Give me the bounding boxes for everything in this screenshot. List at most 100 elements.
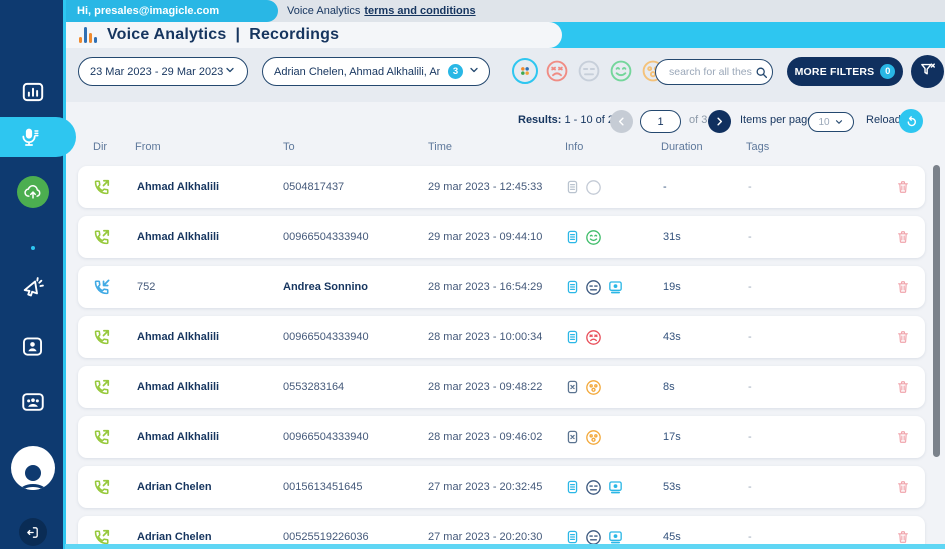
logout-icon [19,518,47,546]
circle-empty-icon[interactable] [585,179,602,196]
doc-cyan-icon[interactable] [565,229,580,245]
outgoing-call-icon [92,466,111,508]
duration-cell: - [663,166,667,208]
sidebar-item-user-groups[interactable] [0,382,65,422]
tags-cell: - [748,416,752,458]
table-row[interactable]: Adrian Chelen001561345164527 mar 2023 - … [78,466,925,508]
more-filters-button[interactable]: MORE FILTERS 0 [787,57,903,86]
user-greeting-pill[interactable]: Hi, presales@imagicle.com [65,0,278,22]
table-row[interactable]: Ahmad Alkhalili050481743729 mar 2023 - 1… [78,166,925,208]
trash-icon [896,229,910,245]
duration-cell: 43s [663,316,681,358]
users-filter-dropdown[interactable]: Adrian Chelen, Ahmad Alkhalili, Andr... … [262,57,490,86]
incoming-call-icon [92,266,111,308]
next-page-button[interactable] [708,110,731,133]
smile-icon[interactable] [585,229,602,246]
table-row[interactable]: Ahmad Alkhalili0096650433394029 mar 2023… [78,216,925,258]
sidebar-item-profile[interactable] [0,448,65,488]
delete-recording-button[interactable] [896,216,910,258]
neutral-icon[interactable] [585,529,602,546]
from-cell: Ahmad Alkhalili [137,416,219,458]
table-row[interactable]: Ahmad Alkhalili0096650433394028 mar 2023… [78,416,925,458]
column-header-time: Time [428,141,452,153]
sidebar-item-announcements[interactable] [0,268,65,308]
doc-cyan-icon[interactable] [565,329,580,345]
tags-cell: - [748,316,752,358]
video-icon[interactable] [607,529,624,545]
neutral-filter-icon[interactable] [576,58,602,84]
time-cell: 29 mar 2023 - 09:44:10 [428,216,542,258]
from-cell: Adrian Chelen [137,466,212,508]
to-cell: Andrea Sonnino [283,266,368,308]
from-cell: Ahmad Alkhalili [137,166,219,208]
items-per-page-dropdown[interactable]: 10 [808,112,854,132]
search-icon[interactable] [755,66,768,79]
doc-x-icon[interactable] [565,429,580,445]
doc-cyan-icon[interactable] [565,479,580,495]
neutral-icon[interactable] [585,279,602,296]
to-cell: 0015613451645 [283,466,363,508]
sidebar-item-dashboard[interactable] [0,72,65,112]
trash-icon [896,429,910,445]
sad-filter-icon[interactable] [544,58,570,84]
delete-recording-button[interactable] [896,166,910,208]
doc-cyan-icon[interactable] [565,529,580,545]
surprised-icon[interactable] [585,379,602,396]
items-per-page-value: 10 [818,117,829,128]
sidebar-item-recordings[interactable] [0,117,76,157]
delete-recording-button[interactable] [896,366,910,408]
top-utility-bar: Hi, presales@imagicle.com Voice Analytic… [65,0,945,22]
doc-cyan-icon[interactable] [565,279,580,295]
users-filter-value: Adrian Chelen, Ahmad Alkhalili, Andr... [274,66,440,78]
outgoing-call-icon [92,216,111,258]
date-range-value: 23 Mar 2023 - 29 Mar 2023 [90,66,223,78]
column-header-info: Info [565,141,583,153]
doc-x-icon[interactable] [565,379,580,395]
page-number-input[interactable] [640,110,681,133]
video-icon[interactable] [607,479,624,495]
users-count-badge: 3 [448,64,463,79]
search-input[interactable] [667,65,755,79]
tags-cell: - [748,366,752,408]
delete-recording-button[interactable] [896,466,910,508]
table-row[interactable]: Ahmad Alkhalili0096650433394028 mar 2023… [78,316,925,358]
trash-icon [896,479,910,495]
sentiment-filter-group [512,58,666,84]
tags-cell: - [748,466,752,508]
happy-filter-icon[interactable] [608,58,634,84]
terms-prefix: Voice Analytics [287,5,360,17]
trash-icon [896,279,910,295]
video-icon[interactable] [607,279,624,295]
outgoing-call-icon [92,166,111,208]
vertical-scrollbar[interactable] [933,165,940,457]
delete-recording-button[interactable] [896,266,910,308]
sidebar-item-logout[interactable] [0,512,65,549]
sidebar-item-upload[interactable] [0,172,65,212]
clear-filters-button[interactable] [911,55,944,88]
to-cell: 00966504333940 [283,416,369,458]
info-icons [565,266,624,308]
time-cell: 28 mar 2023 - 10:00:34 [428,316,542,358]
info-icons [565,466,624,508]
table-row[interactable]: Ahmad Alkhalili055328316428 mar 2023 - 0… [78,366,925,408]
outgoing-call-icon [92,366,111,408]
duration-cell: 53s [663,466,681,508]
date-range-dropdown[interactable]: 23 Mar 2023 - 29 Mar 2023 [78,57,248,86]
previous-page-button[interactable] [610,110,633,133]
neutral-icon[interactable] [585,479,602,496]
sad-icon[interactable] [585,329,602,346]
from-cell: Ahmad Alkhalili [137,216,219,258]
dot-icon [31,246,35,250]
sidebar-item-contacts[interactable] [0,326,65,366]
reload-button[interactable] [899,109,923,133]
doc-gray-icon[interactable] [565,179,580,195]
page-name: Recordings [249,26,339,44]
surprised-icon[interactable] [585,429,602,446]
duration-cell: 8s [663,366,675,408]
sidebar-item-collapsed-dot[interactable] [0,228,65,268]
table-row[interactable]: 752Andrea Sonnino28 mar 2023 - 16:54:291… [78,266,925,308]
delete-recording-button[interactable] [896,316,910,358]
terms-and-conditions-link[interactable]: terms and conditions [364,5,475,17]
delete-recording-button[interactable] [896,416,910,458]
all-sentiments-filter-icon[interactable] [512,58,538,84]
